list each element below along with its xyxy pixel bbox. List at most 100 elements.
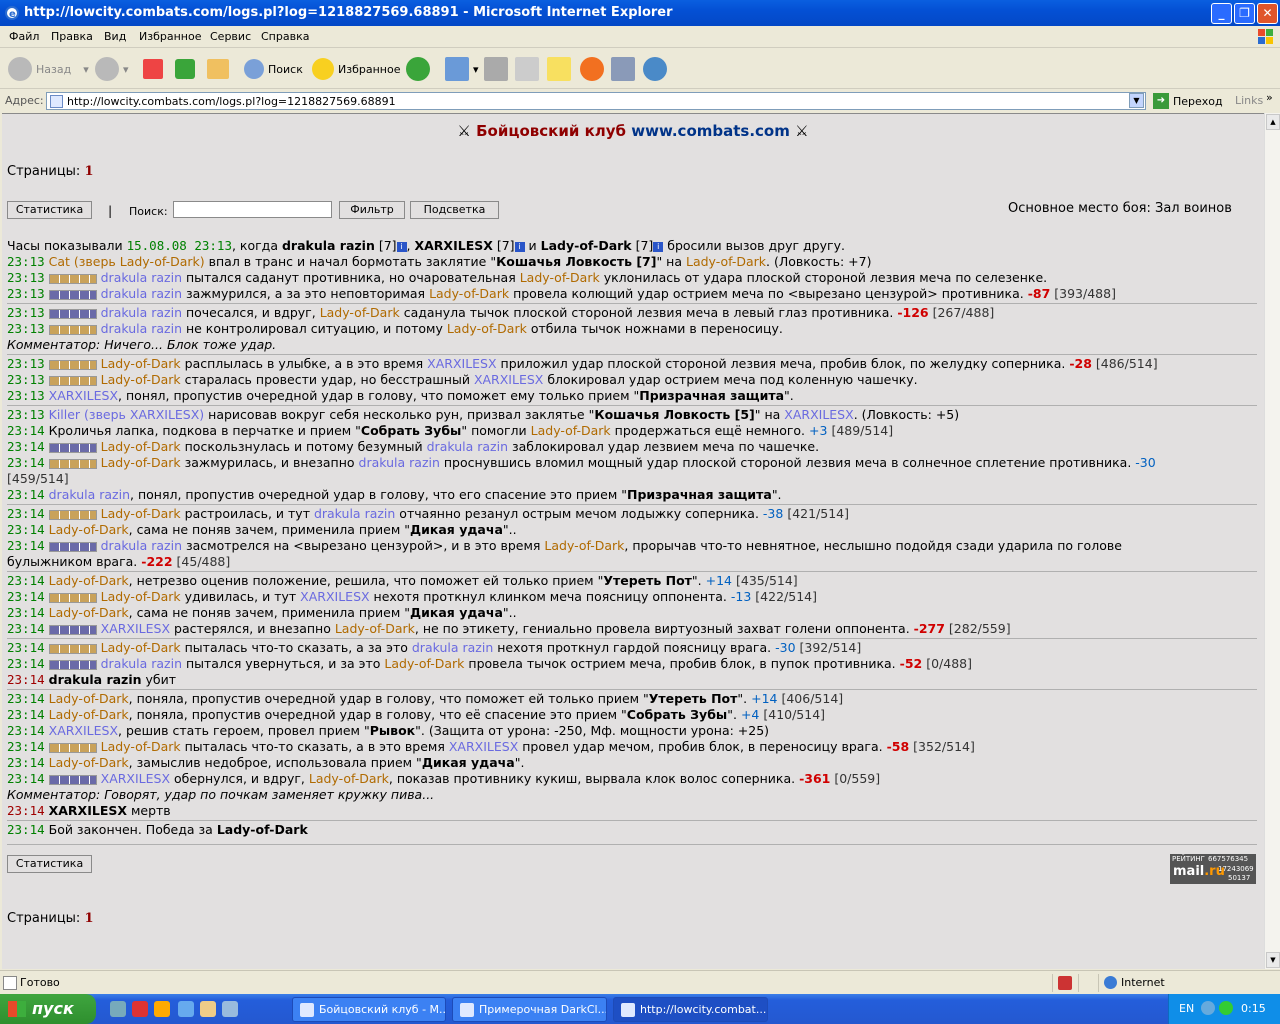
quicklaunch-icon[interactable] <box>222 1001 238 1017</box>
at-icon <box>580 57 604 81</box>
info-icon[interactable]: i <box>514 241 525 252</box>
log-line: 23:13 XARXILESX, понял, пропустив очеред… <box>7 388 794 403</box>
log-line: 23:14 XARXILESX мертв <box>7 803 171 818</box>
highlight-button[interactable]: Подсветка <box>410 201 499 219</box>
back-button[interactable]: Назад ▾ <box>8 55 89 83</box>
ie-quicklaunch-icon[interactable] <box>178 1001 194 1017</box>
search-icon <box>244 59 264 79</box>
page-header: ⚔ Бойцовский клуб www.combats.com ⚔ <box>457 122 809 140</box>
menu-file[interactable]: Файл <box>9 30 39 43</box>
ie-icon: e <box>5 6 19 20</box>
search-input[interactable] <box>173 201 332 218</box>
system-tray: EN 0:15 <box>1168 994 1280 1024</box>
edit-icon <box>515 57 539 81</box>
quicklaunch-icon[interactable] <box>132 1001 148 1017</box>
site-link[interactable]: www.combats.com <box>631 122 790 140</box>
page-icon <box>3 976 17 990</box>
menu-favorites[interactable]: Избранное <box>139 30 201 43</box>
icq-icon[interactable] <box>1219 1001 1233 1015</box>
status-text: Готово <box>20 976 60 989</box>
tray-icon[interactable] <box>1201 1001 1215 1015</box>
stop-button[interactable] <box>143 55 167 83</box>
log-line: 23:14 Lady-of-Dark поскользнулась и пото… <box>7 439 820 454</box>
log-line: Комментатор: Ничего... Блок тоже удар. <box>7 337 277 352</box>
forward-arrow-icon <box>95 57 119 81</box>
globe-icon <box>1104 976 1117 989</box>
messenger-button[interactable] <box>643 55 671 83</box>
maximize-button[interactable]: ❐ <box>1234 3 1255 24</box>
refresh-button[interactable] <box>175 55 199 83</box>
log-line: 23:14 Кроличья лапка, подкова в перчатке… <box>7 423 894 438</box>
log-line: 23:14 drakula razin, понял, пропустив оч… <box>7 487 782 502</box>
quicklaunch-icon[interactable] <box>154 1001 170 1017</box>
at-button[interactable] <box>580 55 608 83</box>
menu-tools[interactable]: Сервис <box>210 30 251 43</box>
mail-button[interactable]: ▾ <box>445 55 479 83</box>
edit-button[interactable] <box>515 55 543 83</box>
search-button[interactable]: Поиск <box>244 55 303 83</box>
filter-button[interactable]: Фильтр <box>339 201 405 219</box>
note-icon <box>547 57 571 81</box>
log-line: 23:14 Бой закончен. Победа за Lady-of-Da… <box>7 822 308 837</box>
vertical-scrollbar[interactable]: ▲ ▼ <box>1264 113 1280 969</box>
window-title: http://lowcity.combats.com/logs.pl?log=1… <box>24 5 673 20</box>
chevron-icon[interactable]: » <box>1266 91 1273 104</box>
log-line: булыжником врага. -222 [45/488] <box>7 554 231 569</box>
scroll-up-icon[interactable]: ▲ <box>1266 114 1280 130</box>
go-button[interactable]: ➜ Переход <box>1153 93 1223 109</box>
statistics-button[interactable]: Статистика <box>7 201 92 219</box>
address-bar: Адрес: http://lowcity.combats.com/logs.p… <box>0 90 1280 112</box>
taskbar-item-active[interactable]: http://lowcity.combat... <box>613 997 768 1022</box>
clock: 0:15 <box>1241 1002 1266 1015</box>
log-line: 23:13 drakula razin почесался, и вдруг, … <box>7 305 995 320</box>
info-icon[interactable]: i <box>653 241 664 252</box>
log-line: 23:14 Lady-of-Dark, замыслив недоброе, и… <box>7 755 525 770</box>
forward-button[interactable]: ▾ <box>95 55 129 83</box>
log-line: Часы показывали 15.08.08 23:13, когда dr… <box>7 238 845 253</box>
address-dropdown[interactable]: ▼ <box>1129 93 1144 108</box>
home-icon <box>207 59 229 79</box>
page-link[interactable]: 1 <box>84 911 93 926</box>
log-line: 23:14 Lady-of-Dark, сама не поняв зачем,… <box>7 522 517 537</box>
log-line: 23:14 drakula razin убит <box>7 672 177 687</box>
language-indicator[interactable]: EN <box>1179 1002 1194 1015</box>
quicklaunch-icon[interactable] <box>110 1001 126 1017</box>
scroll-down-icon[interactable]: ▼ <box>1266 952 1280 968</box>
discuss-button[interactable] <box>547 55 575 83</box>
mail-ru-logo: mail.ru <box>1173 864 1225 879</box>
taskbar: пуск Бойцовский клуб - М... Примерочная … <box>0 994 1280 1024</box>
research-button[interactable] <box>611 55 639 83</box>
log-line: [459/514] <box>7 471 69 486</box>
menu-view[interactable]: Вид <box>104 30 126 43</box>
address-label: Адрес: <box>5 94 44 107</box>
popup-blocked-icon[interactable] <box>1058 976 1072 990</box>
security-zone: Internet <box>1121 976 1165 989</box>
favorites-button[interactable]: Избранное <box>312 55 400 83</box>
minimize-button[interactable]: _ <box>1211 3 1232 24</box>
pages-top: Страницы: 1 <box>7 164 94 179</box>
log-line: 23:13 Lady-of-Dark расплылась в улыбке, … <box>7 356 1158 371</box>
close-button[interactable]: ✕ <box>1257 3 1278 24</box>
taskbar-item[interactable]: Бойцовский клуб - М... <box>292 997 446 1022</box>
info-icon[interactable]: i <box>396 241 407 252</box>
log-line: 23:14 drakula razin пытался увернуться, … <box>7 656 972 671</box>
folder-icon[interactable] <box>200 1001 216 1017</box>
menu-edit[interactable]: Правка <box>51 30 93 43</box>
menu-help[interactable]: Справка <box>261 30 309 43</box>
address-input[interactable]: http://lowcity.combats.com/logs.pl?log=1… <box>46 92 1146 110</box>
links-button[interactable]: Links <box>1235 94 1263 107</box>
home-button[interactable] <box>207 55 233 83</box>
log-line: 23:13 drakula razin пытался саданут прот… <box>7 270 1048 285</box>
log-line: Комментатор: Говорят, удар по почкам зам… <box>7 787 435 802</box>
taskbar-item[interactable]: Примерочная DarkCl... <box>452 997 607 1022</box>
log-line: 23:14 XARXILESX растерялся, и внезапно L… <box>7 621 1011 636</box>
print-button[interactable] <box>484 55 512 83</box>
status-bar: Готово Internet <box>0 970 1280 994</box>
statistics-button-bottom[interactable]: Статистика <box>7 855 92 873</box>
go-arrow-icon: ➜ <box>1153 93 1169 109</box>
history-button[interactable] <box>406 55 434 83</box>
start-button[interactable]: пуск <box>0 994 96 1024</box>
rating-counter[interactable]: РЕЙТИНГ 667576345 17243069 50137 mail.ru <box>1170 854 1256 884</box>
log-line: 23:14 Lady-of-Dark, поняла, пропустив оч… <box>7 707 826 722</box>
page-link[interactable]: 1 <box>84 164 93 179</box>
